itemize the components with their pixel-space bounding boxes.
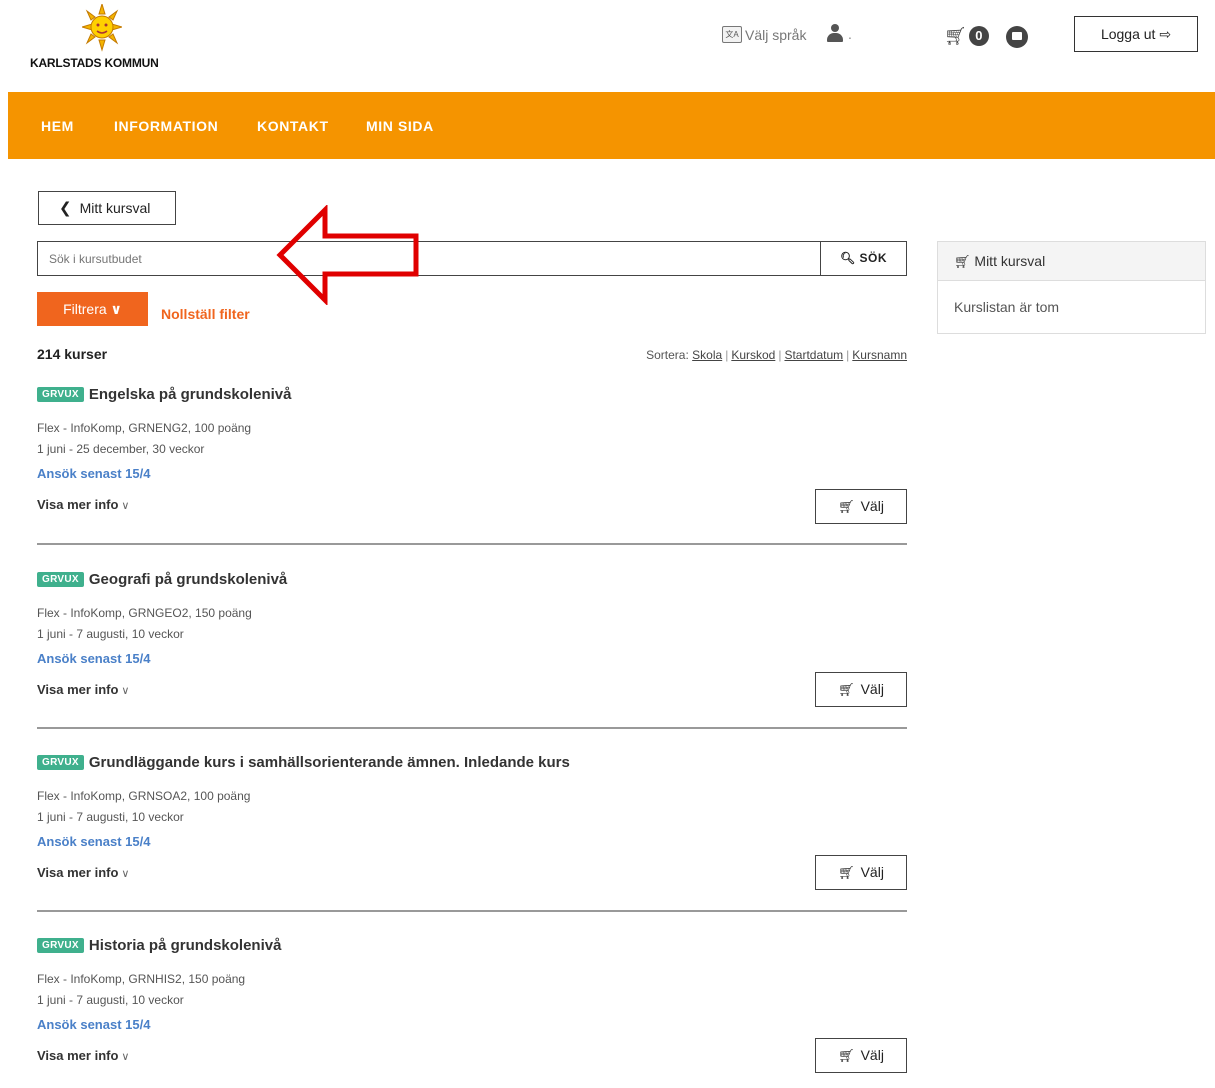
course-title: Grundläggande kurs i samhällsorienterand… <box>88 754 570 771</box>
panel-title: Mitt kursval <box>974 253 1046 269</box>
course-title: Geografi på grundskolenivå <box>88 571 288 588</box>
sort-label: Sortera: <box>646 348 689 362</box>
course-item: GRVUX Grundläggande kurs i samhällsorien… <box>37 754 907 890</box>
cart-icon: 🛒︎ <box>838 865 855 880</box>
sort-options: Sortera: Skola | Kurskod | Startdatum | Kursna… <box>646 348 907 362</box>
back-button[interactable]: ❮ Mitt kursval <box>38 191 176 225</box>
filter-button[interactable]: Filtrera ∨ <box>37 292 148 326</box>
reset-filter-link[interactable]: Nollställ filter <box>161 306 250 322</box>
logout-label: Logga ut <box>1100 26 1156 42</box>
chevron-down-icon: ∨ <box>121 1051 130 1063</box>
user-menu[interactable]: . <box>826 24 852 42</box>
chevron-down-icon: ∨ <box>121 868 130 880</box>
course-tag: GRVUX <box>37 387 84 402</box>
course-tag: GRVUX <box>37 938 84 953</box>
mail-icon[interactable] <box>1006 26 1028 48</box>
course-tag: GRVUX <box>37 572 84 587</box>
choose-course-button[interactable]: 🛒︎ Välj <box>815 855 907 890</box>
chevron-down-icon: ∨ <box>110 301 122 317</box>
sort-skola[interactable]: Skola <box>692 348 722 362</box>
course-tag: GRVUX <box>37 755 84 770</box>
course-deadline: Ansök senast 15/4 <box>37 1017 151 1032</box>
course-deadline: Ansök senast 15/4 <box>37 651 151 666</box>
language-selector[interactable]: 文A Välj språk <box>722 26 806 43</box>
nav-item-min-sida[interactable]: MIN SIDA <box>366 118 434 134</box>
search-input[interactable] <box>37 241 821 276</box>
cart-icon: 🛒︎ <box>944 26 967 46</box>
course-info: Flex - InfoKomp, GRNGEO2, 150 poäng <box>37 606 252 620</box>
course-item: GRVUX Engelska på grundskolenivå Flex - … <box>37 386 907 524</box>
choose-course-button[interactable]: 🛒︎ Välj <box>815 672 907 707</box>
divider <box>37 543 907 545</box>
cart-count-badge: 0 <box>968 26 989 46</box>
logo-text: KARLSTADS KOMMUN <box>30 56 159 70</box>
more-info-toggle[interactable]: Visa mer info ∨ <box>37 1048 907 1063</box>
divider <box>37 727 907 729</box>
course-dates: 1 juni - 25 december, 30 veckor <box>37 442 205 456</box>
course-item: GRVUX Historia på grundskolenivå Flex - … <box>37 937 907 1073</box>
chevron-left-icon: ❮ <box>59 200 72 217</box>
course-title: Engelska på grundskolenivå <box>88 386 292 403</box>
search-icon: 🔍︎ <box>839 251 856 265</box>
course-info: Flex - InfoKomp, GRNENG2, 100 poäng <box>37 421 252 435</box>
choose-course-button[interactable]: 🛒︎ Välj <box>815 489 907 524</box>
cart-icon: 🛒︎ <box>838 1048 855 1063</box>
more-info-toggle[interactable]: Visa mer info ∨ <box>37 865 907 880</box>
more-info-toggle[interactable]: Visa mer info ∨ <box>37 682 907 697</box>
course-deadline: Ansök senast 15/4 <box>37 834 151 849</box>
more-info-toggle[interactable]: Visa mer info ∨ <box>37 497 907 512</box>
choose-course-button[interactable]: 🛒︎ Välj <box>815 1038 907 1073</box>
course-dates: 1 juni - 7 augusti, 10 veckor <box>37 810 184 824</box>
course-dates: 1 juni - 7 augusti, 10 veckor <box>37 627 184 641</box>
nav-item-hem[interactable]: HEM <box>41 118 74 134</box>
logout-icon: ⇨ <box>1159 26 1172 42</box>
logout-button[interactable]: Logga ut ⇨ <box>1074 16 1198 52</box>
translate-icon: 文A <box>722 26 742 43</box>
language-label: Välj språk <box>745 26 807 43</box>
course-info: Flex - InfoKomp, GRNSOA2, 100 poäng <box>37 789 251 803</box>
panel-empty-text: Kurslistan är tom <box>954 299 1060 315</box>
chevron-down-icon: ∨ <box>121 500 130 512</box>
search-button-label: SÖK <box>859 251 888 265</box>
chevron-down-icon: ∨ <box>121 685 130 697</box>
sort-kurskod[interactable]: Kurskod <box>731 348 775 362</box>
sort-startdatum[interactable]: Startdatum <box>784 348 843 362</box>
user-name: . <box>848 26 852 42</box>
nav-item-kontakt[interactable]: KONTAKT <box>257 118 329 134</box>
main-nav: HEM INFORMATION KONTAKT MIN SIDA <box>8 92 1215 159</box>
cart-icon: 🛒︎ <box>838 499 855 514</box>
course-item: GRVUX Geografi på grundskolenivå Flex - … <box>37 571 907 707</box>
user-icon <box>826 24 844 42</box>
logo[interactable]: KARLSTADS KOMMUN <box>30 4 190 74</box>
course-deadline: Ansök senast 15/4 <box>37 466 151 481</box>
selected-courses-panel: 🛒︎ Mitt kursval Kurslistan är tom <box>937 241 1206 334</box>
search-button[interactable]: 🔍︎ SÖK <box>820 241 907 276</box>
sort-kursnamn[interactable]: Kursnamn <box>852 348 907 362</box>
course-count: 214 kurser <box>37 346 108 362</box>
back-label: Mitt kursval <box>79 200 151 216</box>
nav-item-information[interactable]: INFORMATION <box>114 118 218 134</box>
sun-logo-icon <box>82 4 122 52</box>
cart-icon: 🛒︎ <box>954 254 971 269</box>
annotation-arrow-icon <box>276 205 419 305</box>
course-title: Historia på grundskolenivå <box>88 937 282 954</box>
divider <box>37 910 907 912</box>
filter-label: Filtrera <box>63 301 107 317</box>
course-info: Flex - InfoKomp, GRNHIS2, 150 poäng <box>37 972 246 986</box>
cart-icon: 🛒︎ <box>838 682 855 697</box>
panel-header: 🛒︎ Mitt kursval <box>938 242 1205 281</box>
course-dates: 1 juni - 7 augusti, 10 veckor <box>37 993 184 1007</box>
cart-button[interactable]: 🛒︎ 0 <box>944 26 989 46</box>
